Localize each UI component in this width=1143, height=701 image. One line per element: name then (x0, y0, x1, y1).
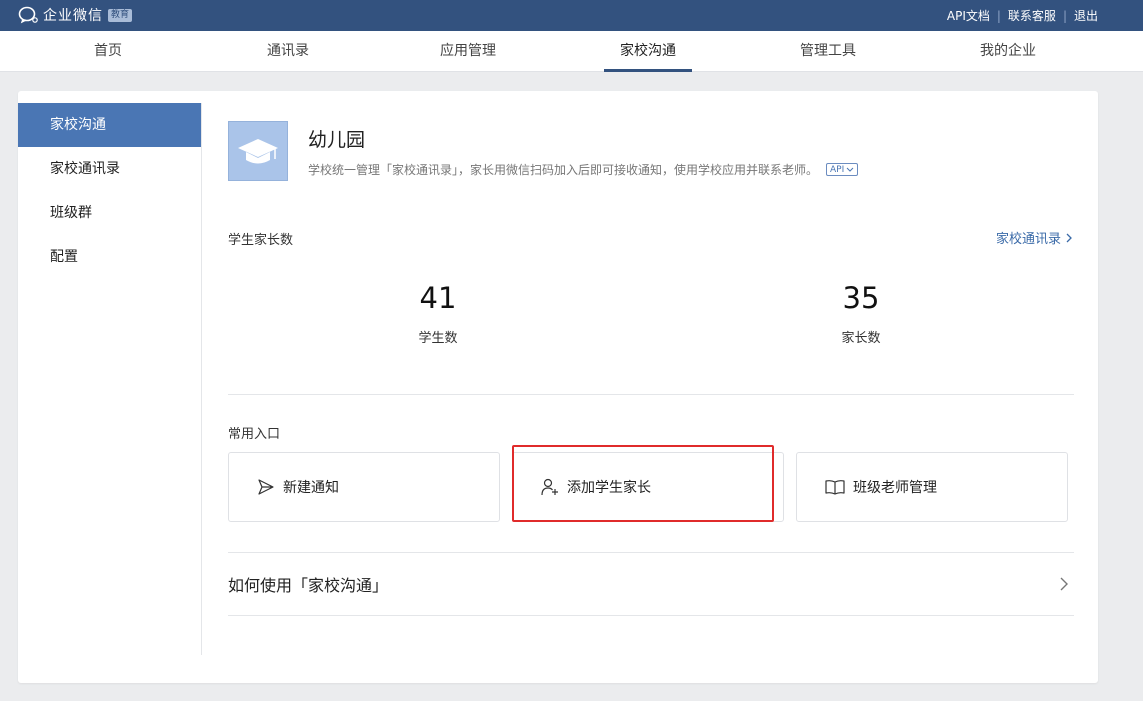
sidebar: 家校沟通 家校通讯录 班级群 配置 (18, 103, 202, 655)
student-count: 41 (419, 281, 457, 315)
chevron-down-icon (846, 167, 854, 172)
app-description-text: 学校统一管理「家校通讯录」，家长用微信扫码加入后即可接收通知，使用学校应用并联系… (308, 163, 819, 177)
logout-link[interactable]: 退出 (1074, 7, 1098, 24)
contacts-link-label: 家校通讯录 (995, 232, 1061, 247)
section-divider (228, 615, 1074, 616)
nav-my-enterprise[interactable]: 我的企业 (948, 31, 1068, 72)
nav-home-school[interactable]: 家校沟通 (588, 31, 708, 72)
app-description: 学校统一管理「家校通讯录」，家长用微信扫码加入后即可接收通知，使用学校应用并联系… (308, 161, 859, 178)
content-card: 家校沟通 家校通讯录 班级群 配置 幼儿园 学校统一管理「家校通讯录」，家长用微… (18, 91, 1098, 683)
chevron-right-icon (1060, 577, 1068, 591)
student-count-stat: 41 学生数 (368, 281, 508, 346)
parent-count-stat: 35 家长数 (791, 281, 931, 346)
main-nav: 首页 通讯录 应用管理 家校沟通 管理工具 我的企业 (0, 31, 1143, 72)
contact-support-link[interactable]: 联系客服 (1008, 7, 1056, 24)
link-separator: | (996, 8, 1001, 23)
student-count-label: 学生数 (418, 331, 458, 346)
api-docs-link[interactable]: API文档 (947, 7, 990, 24)
nav-home[interactable]: 首页 (48, 31, 168, 72)
nav-contacts[interactable]: 通讯录 (228, 31, 348, 72)
send-icon (258, 479, 274, 495)
new-notice-button[interactable]: 新建通知 (228, 452, 500, 522)
top-bar: 企业微信 教育 API文档 | 联系客服 | 退出 (0, 0, 1143, 31)
parent-count-label: 家长数 (841, 331, 881, 346)
parent-count: 35 (842, 281, 880, 315)
entries-section-label: 常用入口 (228, 427, 281, 442)
main-panel: 幼儿园 学校统一管理「家校通讯录」，家长用微信扫码加入后即可接收通知，使用学校应… (228, 91, 1074, 683)
app-title: 幼儿园 (308, 129, 366, 151)
link-separator: | (1062, 8, 1067, 23)
sidebar-item-config[interactable]: 配置 (18, 235, 201, 279)
new-notice-label: 新建通知 (283, 480, 339, 496)
top-links: API文档 | 联系客服 | 退出 (947, 0, 1098, 31)
graduation-cap-icon (238, 139, 278, 164)
brand-logo[interactable]: 企业微信 教育 (18, 5, 133, 25)
nav-app-management[interactable]: 应用管理 (408, 31, 528, 72)
book-icon (825, 480, 845, 495)
api-dropdown[interactable]: API (826, 163, 859, 176)
section-divider (228, 394, 1074, 395)
edu-badge: 教育 (108, 8, 133, 22)
api-tag-label: API (830, 164, 845, 175)
chevron-right-icon (1066, 233, 1072, 242)
selection-highlight (512, 445, 774, 522)
app-icon (228, 121, 288, 181)
stats-section-label: 学生家长数 (228, 233, 294, 248)
sidebar-item-home-school[interactable]: 家校沟通 (18, 103, 201, 147)
wecom-logo-icon (18, 6, 38, 24)
contacts-link[interactable]: 家校通讯录 (996, 228, 1074, 247)
sidebar-item-class-groups[interactable]: 班级群 (18, 191, 201, 235)
sidebar-item-contacts[interactable]: 家校通讯录 (18, 147, 201, 191)
how-to-use-row[interactable]: 如何使用「家校沟通」 (228, 553, 1074, 615)
brand-name: 企业微信 (43, 8, 103, 24)
class-teacher-management-button[interactable]: 班级老师管理 (796, 452, 1068, 522)
nav-management-tools[interactable]: 管理工具 (768, 31, 888, 72)
class-teacher-management-label: 班级老师管理 (853, 480, 937, 496)
how-to-use-label: 如何使用「家校沟通」 (228, 576, 389, 595)
